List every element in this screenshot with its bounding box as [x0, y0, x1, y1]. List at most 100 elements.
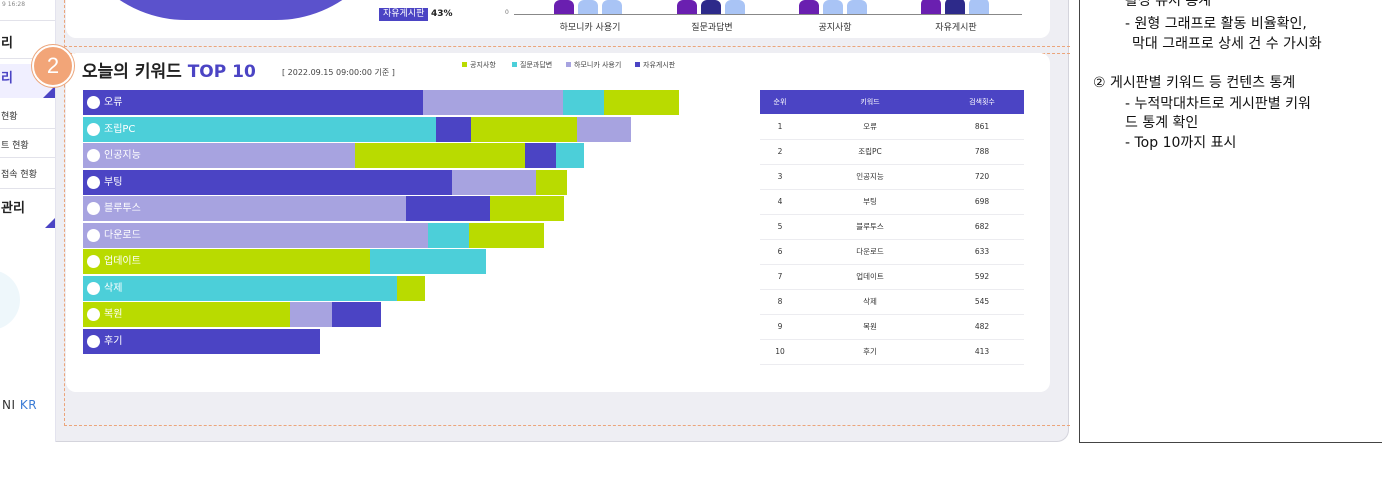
- sidebar-divider: [0, 128, 55, 129]
- keyword-cell: 인공지능: [800, 164, 940, 190]
- legend-label: 하모니카 사용기: [574, 61, 622, 69]
- bar-category-label: 삭제: [104, 282, 123, 294]
- bar-segment: [469, 222, 544, 248]
- table-row: 3 인공지능 720: [760, 164, 1024, 190]
- rank-cell: 2: [760, 139, 800, 165]
- bar-dot-icon: [87, 228, 100, 242]
- count-cell: 545: [940, 289, 1024, 315]
- legend-swatch: [462, 62, 467, 67]
- column-bar: [847, 0, 867, 14]
- count-cell: 633: [940, 239, 1024, 265]
- table-row: 10 후기 413: [760, 339, 1024, 365]
- sidebar-sub-item[interactable]: 현황: [1, 109, 18, 122]
- column-bar: [823, 0, 843, 14]
- legend-item: 질문과답변: [512, 60, 552, 70]
- description-line: - 원형 그래프로 활동 비율확인,: [1125, 16, 1307, 32]
- column-bar: [921, 0, 941, 14]
- bar-segment: [406, 196, 490, 221]
- description-line: - 누적막대차트로 게시판별 키워: [1125, 96, 1311, 112]
- bar-category-label: 후기: [104, 335, 123, 347]
- bar-segment: [577, 116, 631, 142]
- table-row: 2 조립PC 788: [760, 139, 1024, 165]
- bar-segment: [83, 116, 436, 142]
- bar-segment: [536, 169, 567, 195]
- bar-segment: [428, 222, 469, 248]
- column-bar: [701, 0, 721, 14]
- column-chart-axis: [514, 14, 1022, 15]
- section-dashed-border: [64, 46, 1070, 47]
- legend-swatch: [512, 62, 517, 67]
- sidebar-menu-label: 리: [1, 71, 13, 86]
- column-category-label: 공지사항: [818, 23, 852, 33]
- table-row: 9 복원 482: [760, 314, 1024, 340]
- description-line: 드 통계 확인: [1125, 115, 1199, 131]
- bar-category-label: 오류: [104, 97, 123, 108]
- rank-cell: 1: [760, 114, 800, 140]
- column-bar: [799, 0, 819, 14]
- column-category-label: 자유게시판: [935, 23, 977, 33]
- bar-segment: [604, 90, 679, 115]
- description-panel: 활성 유저 통계 - 원형 그래프로 활동 비율확인, 막대 그래프로 상세 건…: [1079, 0, 1382, 443]
- bar-category-label: 인공지능: [104, 150, 141, 161]
- keyword-cell: 조립PC: [800, 139, 940, 165]
- rank-cell: 5: [760, 214, 800, 240]
- table-row: 1 오류 861: [760, 114, 1024, 140]
- table-header-row: 순위 키워드 검색횟수: [760, 90, 1024, 114]
- count-cell: 482: [940, 314, 1024, 340]
- bar-dot-icon: [87, 149, 100, 162]
- count-cell: 720: [940, 164, 1024, 190]
- column-bar: [969, 0, 989, 14]
- sidebar-sub-item[interactable]: 트 현황: [1, 138, 29, 151]
- bar-segment: [471, 116, 577, 142]
- bar-category-label: 블루투스: [104, 203, 141, 214]
- legend-label: 공지사항: [470, 61, 496, 69]
- description-line: - Top 10까지 표시: [1125, 135, 1237, 151]
- section-number-badge: 2: [32, 45, 74, 87]
- sidebar-menu-item[interactable]: 관리: [0, 196, 55, 228]
- count-cell: 788: [940, 139, 1024, 165]
- bar-segment: [525, 143, 556, 168]
- bar-category-label: 복원: [104, 309, 123, 320]
- table-row: 6 다운로드 633: [760, 239, 1024, 265]
- bar-segment: [423, 90, 563, 115]
- keyword-cell: 업데이트: [800, 264, 940, 290]
- column-bar: [945, 0, 965, 14]
- bar-dot-icon: [87, 334, 100, 348]
- bar-segment: [556, 143, 584, 168]
- bar-dot-icon: [87, 255, 100, 268]
- bar-category-label: 업데이트: [104, 256, 141, 267]
- axis-zero-label: 0: [505, 9, 509, 16]
- rank-cell: 10: [760, 339, 800, 365]
- legend-label: 자유게시판: [643, 61, 676, 69]
- bar-segment: [332, 302, 381, 327]
- bar-dot-icon: [87, 281, 100, 295]
- column-bar: [725, 0, 745, 14]
- column-bar: [554, 0, 574, 14]
- table-header-rank: 순위: [760, 90, 800, 114]
- count-cell: 413: [940, 339, 1024, 365]
- rank-cell: 7: [760, 264, 800, 290]
- sidebar-menu-label: 관리: [1, 201, 25, 216]
- description-line: 막대 그래프로 상세 건 수 가시화: [1132, 36, 1322, 52]
- bar-segment: [452, 169, 536, 195]
- legend-swatch: [635, 62, 640, 67]
- column-bar: [677, 0, 697, 14]
- count-cell: 592: [940, 264, 1024, 290]
- rank-cell: 6: [760, 239, 800, 265]
- bar-category-label: 다운로드: [104, 229, 141, 241]
- table-body: 1 오류 861 2 조립PC 788 3 인공지능 720 4 부팅 698 5 블루투스 682 6 다운로…: [760, 114, 1024, 365]
- bar-dot-icon: [87, 96, 100, 109]
- legend-item: 공지사항: [462, 60, 496, 70]
- bar-dot-icon: [87, 202, 100, 215]
- bar-segment: [370, 249, 486, 274]
- sidebar-sub-item[interactable]: 접속 현황: [1, 167, 37, 180]
- legend-item: 하모니카 사용기: [566, 60, 621, 70]
- keyword-timestamp: [ 2022.09.15 09:00:00 기준 ]: [282, 68, 395, 77]
- keyword-ranking-table: 순위 키워드 검색횟수 1 오류 861 2 조립PC 788 3 인공지능 720 4 부팅 698…: [760, 90, 1024, 365]
- keyword-cell: 후기: [800, 339, 940, 365]
- bar-category-label: 부팅: [104, 176, 123, 188]
- rank-cell: 3: [760, 164, 800, 190]
- pie-legend-percent: 43%: [431, 9, 453, 19]
- sidebar-divider: [0, 188, 55, 189]
- legend-label: 질문과답변: [520, 61, 553, 69]
